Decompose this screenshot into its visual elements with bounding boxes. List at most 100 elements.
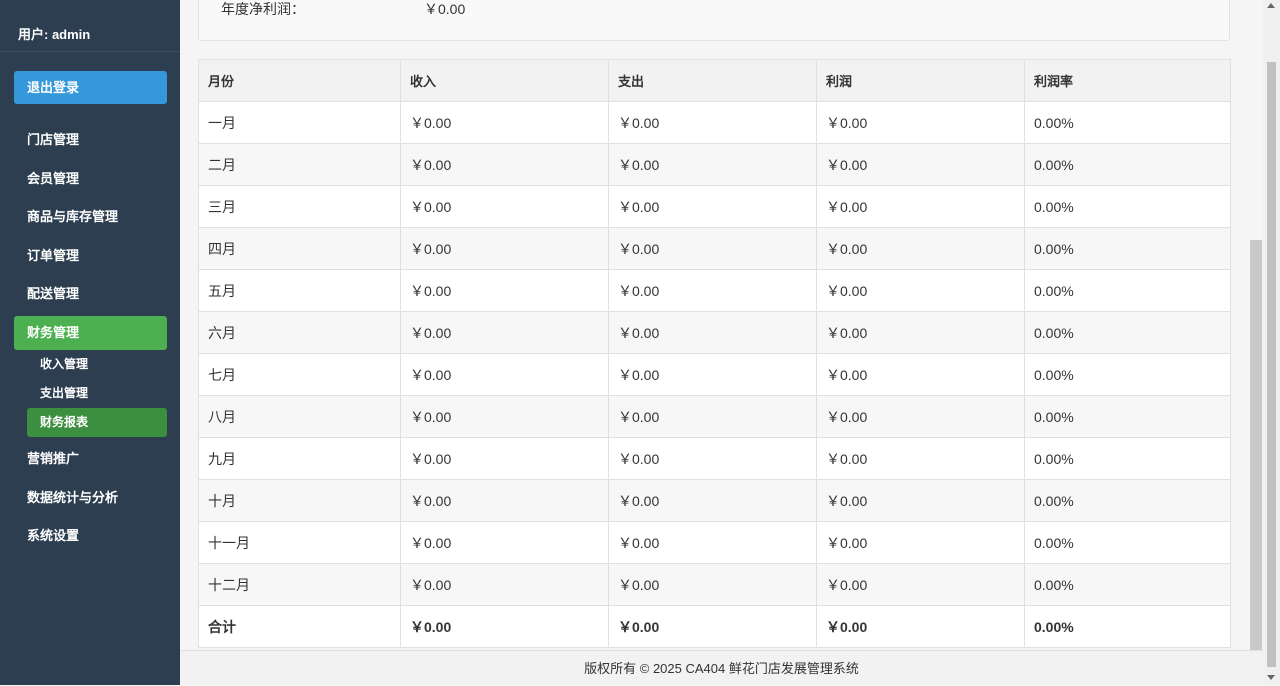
logout-button[interactable]: 退出登录 [14, 71, 167, 104]
cell-income: ￥0.00 [400, 185, 609, 228]
cell-profit: ￥0.00 [816, 101, 1025, 144]
cell-month: 十一月 [198, 521, 401, 564]
nav-item-order-management[interactable]: 订单管理 [14, 239, 167, 273]
scroll-up-arrow-icon[interactable] [1267, 3, 1275, 8]
cell-profit: ￥0.00 [816, 563, 1025, 606]
table-row: 十二月 ￥0.00 ￥0.00 ￥0.00 0.00% [198, 563, 1231, 606]
cell-income: ￥0.00 [400, 395, 609, 438]
cell-expense: ￥0.00 [608, 311, 817, 354]
cell-profit-rate: 0.00% [1024, 143, 1231, 186]
table-total-row: 合计 ￥0.00 ￥0.00 ￥0.00 0.00% [198, 605, 1231, 648]
table-row: 八月 ￥0.00 ￥0.00 ￥0.00 0.00% [198, 395, 1231, 438]
header-profit: 利润 [816, 59, 1025, 102]
cell-profit-rate: 0.00% [1024, 521, 1231, 564]
cell-month: 四月 [198, 227, 401, 270]
scroll-down-arrow-icon[interactable] [1267, 675, 1275, 680]
cell-profit: ￥0.00 [816, 437, 1025, 480]
table-row: 五月 ￥0.00 ￥0.00 ￥0.00 0.00% [198, 269, 1231, 312]
sub-item-expense-management[interactable]: 支出管理 [27, 379, 167, 408]
cell-month: 七月 [198, 353, 401, 396]
nav-item-product-inventory[interactable]: 商品与库存管理 [14, 200, 167, 234]
table-header-row: 月份 收入 支出 利润 利润率 [198, 59, 1231, 102]
cell-month: 八月 [198, 395, 401, 438]
page-scrollbar[interactable] [1263, 0, 1280, 685]
cell-profit: ￥0.00 [816, 143, 1025, 186]
header-profit-rate: 利润率 [1024, 59, 1231, 102]
cell-income: ￥0.00 [400, 479, 609, 522]
total-label: 合计 [198, 605, 401, 648]
table-row: 七月 ￥0.00 ￥0.00 ￥0.00 0.00% [198, 353, 1231, 396]
cell-expense: ￥0.00 [608, 143, 817, 186]
cell-month: 十二月 [198, 563, 401, 606]
cell-profit: ￥0.00 [816, 479, 1025, 522]
cell-month: 十月 [198, 479, 401, 522]
table-row: 六月 ￥0.00 ￥0.00 ￥0.00 0.00% [198, 311, 1231, 354]
cell-income: ￥0.00 [400, 311, 609, 354]
monthly-finance-table: 月份 收入 支出 利润 利润率 一月 ￥0.00 ￥0.00 ￥0.00 0.00% 二… [198, 59, 1231, 648]
current-user-label: 用户: admin [0, 0, 180, 52]
nav-item-member-management[interactable]: 会员管理 [14, 162, 167, 196]
sub-item-financial-report[interactable]: 财务报表 [27, 408, 167, 437]
nav-item-finance-management[interactable]: 财务管理 [14, 316, 167, 350]
cell-profit-rate: 0.00% [1024, 563, 1231, 606]
table-row: 四月 ￥0.00 ￥0.00 ￥0.00 0.00% [198, 227, 1231, 270]
cell-month: 二月 [198, 143, 401, 186]
cell-income: ￥0.00 [400, 521, 609, 564]
header-income: 收入 [400, 59, 609, 102]
table-row: 三月 ￥0.00 ￥0.00 ￥0.00 0.00% [198, 185, 1231, 228]
cell-income: ￥0.00 [400, 227, 609, 270]
cell-profit: ￥0.00 [816, 521, 1025, 564]
page-scrollbar-thumb[interactable] [1267, 62, 1276, 667]
content-scrollbar-thumb[interactable] [1250, 240, 1262, 650]
sub-item-income-management[interactable]: 收入管理 [27, 350, 167, 379]
cell-income: ￥0.00 [400, 143, 609, 186]
cell-expense: ￥0.00 [608, 185, 817, 228]
cell-month: 三月 [198, 185, 401, 228]
cell-profit-rate: 0.00% [1024, 353, 1231, 396]
table-row: 十一月 ￥0.00 ￥0.00 ￥0.00 0.00% [198, 521, 1231, 564]
nav-item-store-management[interactable]: 门店管理 [14, 123, 167, 157]
nav-item-marketing[interactable]: 营销推广 [14, 442, 167, 476]
header-expense: 支出 [608, 59, 817, 102]
cell-profit-rate: 0.00% [1024, 479, 1231, 522]
cell-expense: ￥0.00 [608, 479, 817, 522]
cell-income: ￥0.00 [400, 437, 609, 480]
total-income: ￥0.00 [400, 605, 609, 648]
cell-income: ￥0.00 [400, 353, 609, 396]
cell-profit: ￥0.00 [816, 311, 1025, 354]
cell-profit: ￥0.00 [816, 185, 1025, 228]
cell-expense: ￥0.00 [608, 269, 817, 312]
cell-month: 五月 [198, 269, 401, 312]
table-row: 一月 ￥0.00 ￥0.00 ￥0.00 0.00% [198, 101, 1231, 144]
cell-profit-rate: 0.00% [1024, 185, 1231, 228]
cell-month: 一月 [198, 101, 401, 144]
annual-profit-label: 年度净利润： [221, 1, 305, 17]
cell-profit-rate: 0.00% [1024, 395, 1231, 438]
cell-month: 九月 [198, 437, 401, 480]
cell-profit: ￥0.00 [816, 227, 1025, 270]
cell-profit-rate: 0.00% [1024, 311, 1231, 354]
header-month: 月份 [198, 59, 401, 102]
annual-profit-value: ￥0.00 [424, 1, 466, 17]
total-expense: ￥0.00 [608, 605, 817, 648]
cell-income: ￥0.00 [400, 269, 609, 312]
cell-profit: ￥0.00 [816, 353, 1025, 396]
nav-item-statistics-analysis[interactable]: 数据统计与分析 [14, 481, 167, 515]
cell-expense: ￥0.00 [608, 563, 817, 606]
cell-profit-rate: 0.00% [1024, 227, 1231, 270]
sidebar: 用户: admin 退出登录 门店管理 会员管理 商品与库存管理 订单管理 配送… [0, 0, 180, 685]
cell-expense: ￥0.00 [608, 395, 817, 438]
cell-income: ￥0.00 [400, 101, 609, 144]
cell-expense: ￥0.00 [608, 353, 817, 396]
table-row: 十月 ￥0.00 ￥0.00 ￥0.00 0.00% [198, 479, 1231, 522]
nav-item-delivery-management[interactable]: 配送管理 [14, 277, 167, 311]
cell-profit-rate: 0.00% [1024, 437, 1231, 480]
cell-profit: ￥0.00 [816, 269, 1025, 312]
cell-expense: ￥0.00 [608, 101, 817, 144]
cell-profit-rate: 0.00% [1024, 101, 1231, 144]
cell-expense: ￥0.00 [608, 227, 817, 270]
nav-item-system-settings[interactable]: 系统设置 [14, 519, 167, 553]
total-profit: ￥0.00 [816, 605, 1025, 648]
footer-copyright: 版权所有 © 2025 CA404 鲜花门店发展管理系统 [180, 650, 1263, 685]
table-row: 二月 ￥0.00 ￥0.00 ￥0.00 0.00% [198, 143, 1231, 186]
